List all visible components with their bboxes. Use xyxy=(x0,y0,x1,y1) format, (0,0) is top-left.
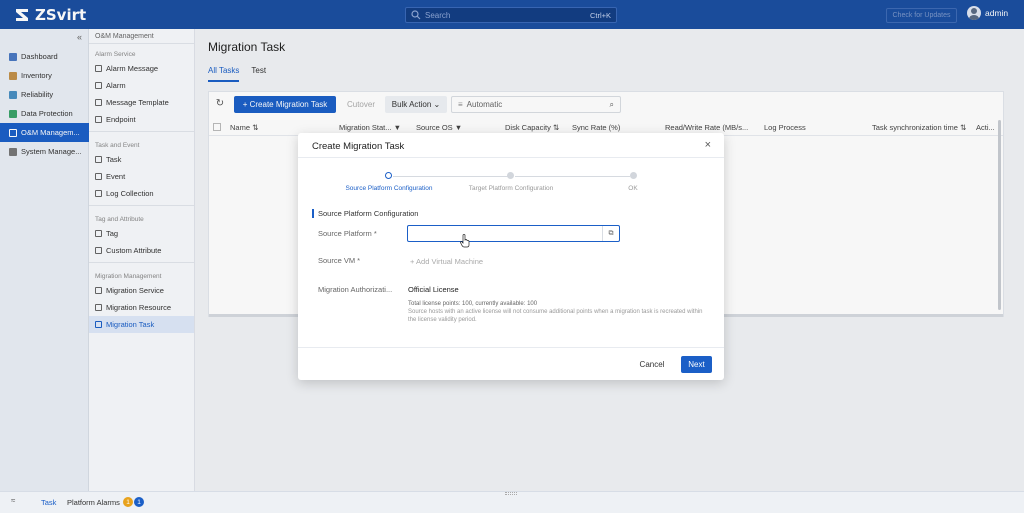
next-button[interactable]: Next xyxy=(681,356,712,373)
close-icon[interactable]: × xyxy=(705,139,711,151)
cancel-button[interactable]: Cancel xyxy=(636,356,668,373)
create-migration-task-dialog: Create Migration Task × Source Platform … xyxy=(298,133,724,380)
bottom-task-tab[interactable]: Task xyxy=(41,498,56,507)
step-2-dot xyxy=(507,172,514,179)
info-count-badge: 1 xyxy=(134,497,144,507)
license-type: Official License xyxy=(408,285,459,294)
resize-grip-icon[interactable] xyxy=(505,492,517,495)
migration-authorization-label: Migration Authorizati... xyxy=(318,285,393,294)
expand-panel-icon[interactable]: ≈ xyxy=(11,496,15,505)
step-connector xyxy=(393,176,511,177)
dialog-title: Create Migration Task xyxy=(312,141,405,152)
step-3-label: OK xyxy=(628,185,638,192)
add-virtual-machine-button[interactable]: + Add Virtual Machine xyxy=(410,257,483,266)
source-platform-input[interactable]: ⧉ xyxy=(407,225,620,242)
license-points: Total license points: 100, currently ava… xyxy=(408,301,538,307)
step-1-dot xyxy=(385,172,392,179)
license-info: Total license points: 100, currently ava… xyxy=(408,300,708,324)
warning-count-badge: 1 xyxy=(123,497,133,507)
bottom-platform-alarms-tab[interactable]: Platform Alarms xyxy=(67,498,120,507)
section-title: Source Platform Configuration xyxy=(312,209,418,218)
bottom-bar: ≈ Task Platform Alarms 1 1 xyxy=(0,491,1024,513)
wizard-steps: Source Platform Configuration Target Pla… xyxy=(298,171,724,201)
dialog-footer-divider xyxy=(298,347,724,348)
source-platform-label: Source Platform * xyxy=(318,229,377,238)
platform-picker-icon[interactable]: ⧉ xyxy=(602,226,619,241)
license-note: Source hosts with an active license will… xyxy=(408,309,703,323)
hand-cursor-icon xyxy=(460,234,470,248)
step-connector xyxy=(515,176,630,177)
dialog-header-divider xyxy=(298,157,724,158)
step-1-label: Source Platform Configuration xyxy=(345,185,433,192)
step-2-label: Target Platform Configuration xyxy=(468,185,554,192)
step-3-dot xyxy=(630,172,637,179)
source-vm-label: Source VM * xyxy=(318,256,361,265)
